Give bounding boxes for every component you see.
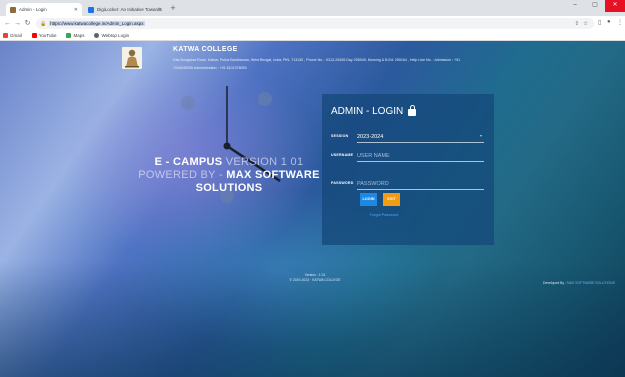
window-close-icon[interactable]: ✕ bbox=[605, 0, 625, 12]
powered-by-label: POWERED BY - bbox=[138, 169, 223, 181]
ecampus-title: E - CAMPUS bbox=[154, 156, 223, 168]
vendor-name: MAX SOFTWARE bbox=[226, 169, 320, 181]
session-row: SESSION 2023-2024 ▾ bbox=[331, 130, 486, 144]
developed-by: Developed By : MAX SOFTWARE SOLUTIONS bbox=[543, 281, 615, 285]
college-logo bbox=[122, 47, 142, 69]
tab-digilocker[interactable]: DigiLocker: An Initiative Towards ✕ bbox=[84, 3, 166, 16]
maps-icon bbox=[66, 33, 72, 38]
back-icon[interactable]: ← bbox=[3, 19, 12, 28]
tab-close-icon[interactable]: ✕ bbox=[158, 7, 162, 13]
browser-tabstrip: Admin - Login ✕ DigiLocker: An Initiativ… bbox=[0, 0, 625, 16]
username-label: USERNAME bbox=[331, 153, 354, 157]
new-tab-icon[interactable]: + bbox=[168, 4, 178, 14]
username-input[interactable] bbox=[357, 151, 484, 162]
login-button[interactable]: LOGIN bbox=[360, 193, 377, 206]
bookmark-maps[interactable]: Maps bbox=[66, 33, 84, 38]
bookmark-gmail[interactable]: Gmail bbox=[3, 33, 22, 38]
footer-version: Version : 1.01 © 2019-2023 · KATWA COLLE… bbox=[280, 273, 350, 283]
tab-title: Admin - Login bbox=[19, 7, 47, 12]
ecampus-heading: E - CAMPUS VERSION 1 01 POWERED BY - MAX… bbox=[134, 156, 324, 195]
ecampus-version: VERSION 1 01 bbox=[225, 156, 304, 168]
college-favicon-icon bbox=[10, 6, 16, 13]
login-title: ADMIN - LOGIN bbox=[331, 105, 417, 117]
gmail-icon bbox=[3, 33, 8, 38]
college-address: Dak Bungalow Road, Katwa, Purba Bardhama… bbox=[173, 58, 461, 62]
password-input[interactable] bbox=[357, 179, 484, 190]
login-page: KATWA COLLEGE Dak Bungalow Road, Katwa, … bbox=[0, 41, 625, 377]
copyright-text: © 2019-2023 · KATWA COLLEGE bbox=[289, 278, 341, 282]
chevron-down-icon[interactable]: ▾ bbox=[480, 133, 482, 138]
url-text[interactable]: https://www.katwacollege.in/Admin_Login.… bbox=[49, 21, 145, 26]
tab-title: DigiLocker: An Initiative Towards bbox=[97, 7, 162, 12]
webtop-icon bbox=[94, 33, 100, 38]
exit-button[interactable]: EXIT bbox=[383, 193, 400, 206]
login-title-text: ADMIN - LOGIN bbox=[331, 106, 404, 117]
college-name: KATWA COLLEGE bbox=[173, 46, 238, 53]
bookmark-label: YouTube bbox=[38, 33, 57, 38]
admin-login-panel: ADMIN - LOGIN SESSION 2023-2024 ▾ USERNA… bbox=[322, 94, 494, 245]
sidebar-icon[interactable]: ▯ bbox=[598, 19, 601, 26]
padlock-icon bbox=[408, 105, 417, 116]
bookmarks-bar: Gmail YouTube Maps Webtop Login bbox=[0, 31, 625, 41]
bookmark-webtop[interactable]: Webtop Login bbox=[94, 33, 129, 38]
session-label: SESSION bbox=[331, 134, 349, 138]
minimize-icon[interactable]: – bbox=[565, 0, 585, 12]
browser-toolbar: ← → ↻ 🔒 https://www.katwacollege.in/Admi… bbox=[0, 16, 625, 31]
password-row: PASSWORD bbox=[331, 177, 486, 191]
forward-icon[interactable]: → bbox=[13, 19, 22, 28]
college-header: KATWA COLLEGE Dak Bungalow Road, Katwa, … bbox=[110, 41, 625, 89]
developed-by-label: Developed By : bbox=[543, 281, 566, 285]
lock-icon: 🔒 bbox=[40, 20, 47, 27]
youtube-icon bbox=[31, 33, 37, 38]
menu-icon[interactable]: ⋮ bbox=[617, 19, 623, 26]
share-icon[interactable]: ⇪ bbox=[574, 21, 579, 27]
profile-icon[interactable]: ● bbox=[607, 19, 611, 25]
college-contact: 7044949936 Administration : +91 81013780… bbox=[173, 66, 247, 70]
digilocker-favicon-icon bbox=[88, 6, 94, 13]
bookmark-label: Webtop Login bbox=[101, 33, 130, 38]
vendor-name-suffix: SOLUTIONS bbox=[195, 182, 263, 194]
forgot-password-link[interactable]: Forgot Password bbox=[349, 213, 419, 217]
developer-link[interactable]: MAX SOFTWARE SOLUTIONS bbox=[567, 281, 615, 285]
tab-admin-login[interactable]: Admin - Login ✕ bbox=[6, 3, 82, 16]
bookmark-youtube[interactable]: YouTube bbox=[31, 33, 57, 38]
bookmark-label: Maps bbox=[73, 33, 85, 38]
maximize-icon[interactable]: ▢ bbox=[585, 0, 605, 12]
password-label: PASSWORD bbox=[331, 181, 354, 185]
tab-close-icon[interactable]: ✕ bbox=[74, 7, 78, 13]
address-bar[interactable]: 🔒 https://www.katwacollege.in/Admin_Logi… bbox=[36, 18, 594, 29]
bookmark-star-icon[interactable]: ☆ bbox=[583, 21, 588, 27]
username-row: USERNAME bbox=[331, 149, 486, 163]
session-select[interactable]: 2023-2024 bbox=[357, 132, 484, 143]
reload-icon[interactable]: ↻ bbox=[23, 19, 32, 28]
bookmark-label: Gmail bbox=[10, 33, 22, 38]
